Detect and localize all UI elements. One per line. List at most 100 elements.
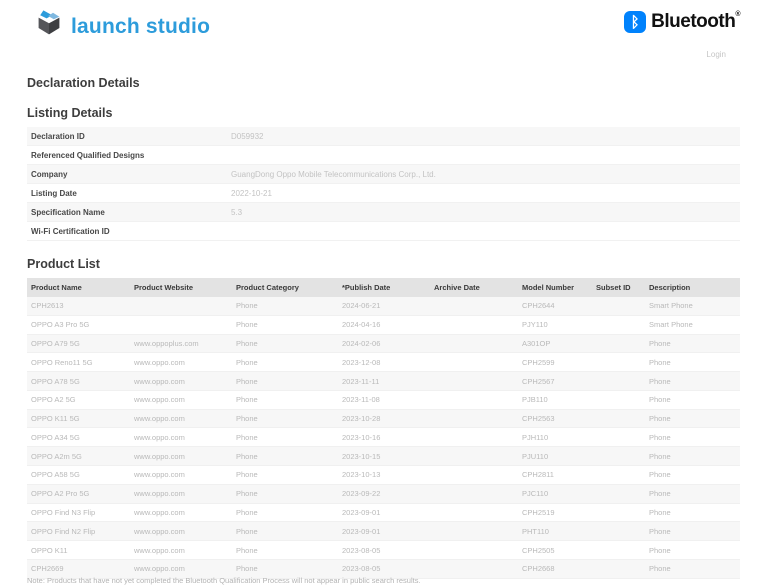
table-cell: PJY110 — [522, 320, 548, 330]
product-table-header-row: Product Name Product Website Product Categ… — [27, 278, 740, 297]
column-header--publish-date[interactable]: *Publish Date — [338, 278, 430, 297]
launch-studio-logo[interactable]: launch studio — [33, 8, 210, 45]
table-cell: OPPO A2 5G — [31, 395, 76, 405]
column-header-product-category[interactable]: Product Category — [232, 278, 338, 297]
table-cell: OPPO Find N3 Flip — [31, 507, 96, 517]
bluetooth-wordmark: Bluetooth® — [651, 11, 740, 32]
table-cell — [592, 372, 645, 391]
column-header-model-number[interactable]: Model Number — [518, 278, 592, 297]
table-cell: OPPO A2 Pro 5G — [31, 489, 90, 499]
table-cell — [592, 522, 645, 541]
field-value — [227, 222, 740, 241]
table-cell — [430, 522, 518, 541]
table-cell: PHT110 — [522, 526, 549, 536]
table-cell: CPH2599 — [522, 357, 555, 367]
column-header-product-website[interactable]: Product Website — [130, 278, 232, 297]
table-cell: 2023-09-01 — [342, 507, 381, 517]
registered-mark: ® — [735, 11, 740, 18]
table-cell: 2023-11-08 — [342, 395, 380, 405]
table-cell — [592, 315, 645, 334]
table-row: OPPO Reno11 5G www.oppo.com Phone 2023-12-0… — [27, 353, 740, 372]
listing-details-heading: Listing Details — [27, 106, 113, 120]
bluetooth-icon: ᛒ — [624, 11, 647, 33]
table-cell — [430, 447, 518, 466]
table-cell: Phone — [649, 376, 671, 386]
listing-detail-row: Company GuangDong Oppo Mobile Telecommuni… — [27, 164, 740, 184]
table-cell — [430, 409, 518, 428]
table-cell — [592, 503, 645, 522]
field-label: Referenced Qualified Designs — [31, 150, 145, 160]
table-cell — [430, 297, 518, 315]
table-cell — [430, 428, 518, 447]
listing-detail-row: Declaration ID D059932 — [27, 127, 740, 146]
listing-detail-row: Wi-Fi Certification ID — [27, 222, 740, 241]
column-header-subset-id[interactable]: Subset ID — [592, 278, 645, 297]
launch-studio-icon — [33, 8, 65, 45]
main-content: Declaration Details Listing Details Decl… — [0, 76, 768, 588]
table-cell: Phone — [649, 357, 671, 367]
table-cell: Phone — [236, 376, 258, 386]
table-cell: PJH110 — [522, 432, 549, 442]
table-cell: 2023-08-05 — [342, 545, 381, 555]
table-cell — [430, 503, 518, 522]
table-cell: Phone — [649, 451, 671, 461]
table-cell: OPPO Reno11 5G — [31, 357, 93, 367]
field-value: 2022-10-21 — [231, 188, 272, 198]
page-title: Declaration Details — [27, 76, 140, 90]
table-cell: Phone — [236, 507, 258, 517]
table-cell: 2023-10-16 — [342, 432, 381, 442]
table-cell: OPPO K11 — [31, 545, 68, 555]
table-cell: 2024-02-06 — [342, 338, 381, 348]
table-cell: OPPO A3 Pro 5G — [31, 320, 90, 330]
table-cell: Phone — [236, 545, 258, 555]
table-cell: Phone — [236, 451, 258, 461]
table-row: OPPO A34 5G www.oppo.com Phone 2023-10-16 PJ… — [27, 428, 740, 447]
table-cell: OPPO A78 5G — [31, 376, 80, 386]
table-cell: 2024-06-21 — [342, 301, 381, 311]
table-cell: www.oppo.com — [134, 414, 185, 424]
product-list-heading: Product List — [27, 257, 100, 271]
table-cell: www.oppo.com — [134, 376, 185, 386]
bluetooth-logo: ᛒ Bluetooth® — [624, 8, 740, 33]
table-cell — [430, 466, 518, 485]
table-row: OPPO K11 5G www.oppo.com Phone 2023-10-28 CP… — [27, 409, 740, 428]
table-cell — [592, 541, 645, 560]
table-row: OPPO A79 5G www.oppoplus.com Phone 2024-02-… — [27, 334, 740, 353]
table-cell: Phone — [236, 301, 258, 311]
field-value: GuangDong Oppo Mobile Telecommunications… — [231, 169, 436, 179]
table-cell: Phone — [649, 545, 671, 555]
table-cell: Smart Phone — [649, 320, 693, 330]
table-cell — [430, 541, 518, 560]
table-cell: CPH2644 — [522, 301, 555, 311]
table-cell: Phone — [649, 507, 671, 517]
table-cell — [592, 447, 645, 466]
table-row: OPPO A2m 5G www.oppo.com Phone 2023-10-15 PJ… — [27, 446, 740, 466]
table-row: CPH2613 Phone 2024-06-21 CPH2644 Smart Phone — [27, 297, 740, 316]
field-label: Wi-Fi Certification ID — [31, 226, 110, 236]
table-cell — [130, 297, 232, 315]
table-cell: Phone — [649, 489, 671, 499]
column-header-description[interactable]: Description — [645, 278, 740, 297]
table-cell: Phone — [236, 338, 258, 348]
table-cell: PJC110 — [522, 489, 549, 499]
table-cell — [592, 484, 645, 503]
table-cell: Phone — [649, 338, 671, 348]
table-cell: Phone — [649, 432, 671, 442]
login-link[interactable]: Login — [706, 50, 726, 59]
table-cell — [592, 390, 645, 409]
table-cell — [430, 390, 518, 409]
table-row: OPPO A3 Pro 5G Phone 2024-04-16 PJY110 Smart… — [27, 315, 740, 335]
field-value — [227, 146, 740, 165]
table-cell: Phone — [649, 526, 671, 536]
table-cell: www.oppo.com — [134, 545, 185, 555]
table-cell: 2023-09-01 — [342, 526, 381, 536]
table-cell: OPPO Find N2 Flip — [31, 526, 96, 536]
table-row: OPPO Find N3 Flip www.oppo.com Phone 2023-0… — [27, 503, 740, 522]
table-cell: 2024-04-16 — [342, 320, 381, 330]
table-cell: Phone — [236, 489, 258, 499]
launch-studio-wordmark: launch studio — [71, 14, 211, 38]
product-list-table: Product Name Product Website Product Categ… — [27, 278, 740, 579]
table-cell: 2023-10-15 — [342, 451, 381, 461]
column-header-archive-date[interactable]: Archive Date — [430, 278, 518, 297]
column-header-product-name[interactable]: Product Name — [27, 278, 130, 297]
